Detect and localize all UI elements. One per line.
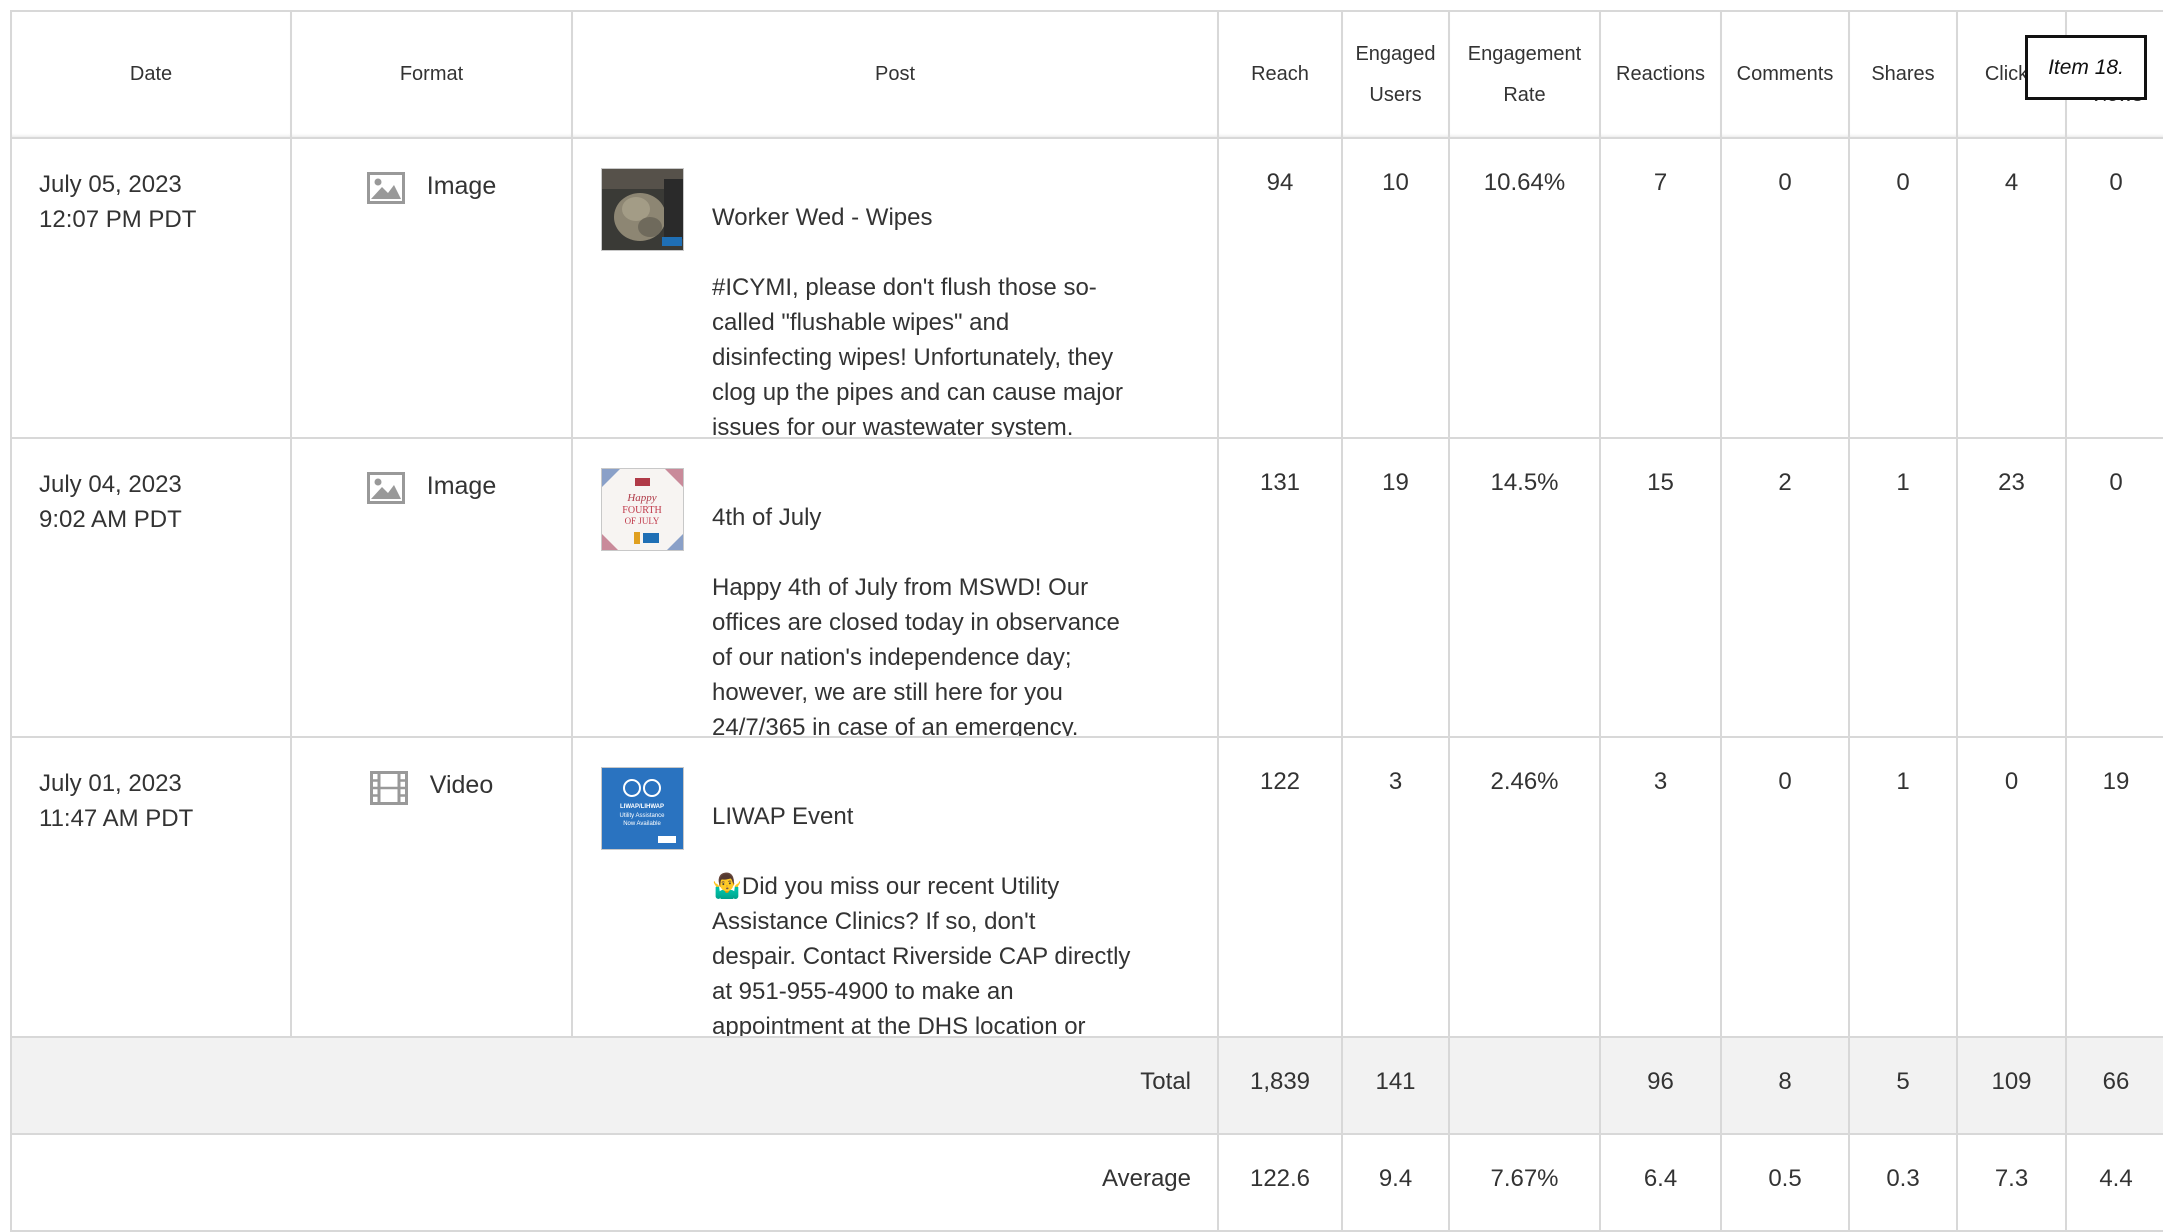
posts-table: Date Format Post Reach Engaged Users Eng… [10, 10, 2163, 1232]
header-post[interactable]: Post [573, 12, 1219, 139]
thumb-line: Now Available [623, 821, 661, 827]
fourth-of-july-thumbnail[interactable]: Happy FOURTH OF JULY [601, 468, 684, 551]
average-engagement-rate: 7.67% [1450, 1135, 1601, 1232]
comments-value: 2 [1722, 439, 1850, 738]
thumb-line: Utility Assistance [619, 813, 665, 819]
clicks-value: 0 [1958, 738, 2067, 1038]
format-label: Image [426, 472, 497, 500]
thumb-line: LIWAP/LIHWAP [620, 804, 664, 810]
average-clicks: 7.3 [1958, 1135, 2067, 1232]
clicks-value: 4 [1958, 139, 2067, 439]
thumb-line: OF JULY [625, 516, 660, 526]
total-shares: 5 [1850, 1038, 1958, 1135]
total-reactions: 96 [1601, 1038, 1722, 1135]
average-video-views: 4.4 [2067, 1135, 2163, 1232]
total-reach: 1,839 [1219, 1038, 1343, 1135]
post-body: #ICYMI, please don't flush those so- cal… [712, 274, 1123, 439]
video-views-value: 19 [2067, 738, 2163, 1038]
engaged-users-value: 3 [1343, 738, 1450, 1038]
engagement-rate-value: 10.64% [1450, 139, 1601, 439]
thumb-line: Happy [626, 492, 656, 504]
engagement-rate-value: 14.5% [1450, 439, 1601, 738]
format-cell: Video [292, 738, 573, 1038]
post-time: 9:02 AM PDT [39, 506, 182, 533]
reactions-value: 15 [1601, 439, 1722, 738]
shares-value: 1 [1850, 738, 1958, 1038]
header-engaged-users[interactable]: Engaged Users [1343, 12, 1450, 139]
liwap-thumbnail[interactable]: LIWAP/LIHWAP Utility Assistance Now Avai… [601, 767, 684, 850]
comments-value: 0 [1722, 738, 1850, 1038]
header-date[interactable]: Date [12, 12, 292, 139]
clicks-value: 23 [1958, 439, 2067, 738]
video-views-value: 0 [2067, 139, 2163, 439]
post-title[interactable]: Worker Wed - Wipes [712, 200, 1152, 235]
average-label: Average [12, 1135, 1219, 1232]
total-label: Total [12, 1038, 1219, 1135]
total-engagement-rate [1450, 1038, 1601, 1135]
reach-value: 131 [1219, 439, 1343, 738]
comments-value: 0 [1722, 139, 1850, 439]
post-title[interactable]: 4th of July [712, 500, 1152, 535]
date-cell: July 04, 2023 9:02 AM PDT [12, 439, 292, 738]
post-body: 🤷‍♂️Did you miss our recent Utility Assi… [712, 873, 1131, 1038]
header-reach[interactable]: Reach [1219, 12, 1343, 139]
header-engagement-rate[interactable]: Engagement Rate [1450, 12, 1601, 139]
average-shares: 0.3 [1850, 1135, 1958, 1232]
thumb-line: FOURTH [622, 505, 661, 516]
film-icon [369, 771, 408, 805]
post-time: 11:47 AM PDT [39, 805, 194, 832]
post-date: July 05, 2023 [39, 171, 182, 198]
post-body: Happy 4th of July from MSWD! Our offices… [712, 574, 1120, 738]
total-engaged-users: 141 [1343, 1038, 1450, 1135]
post-cell: Happy FOURTH OF JULY 4th of July Happy 4… [573, 439, 1219, 738]
header-format[interactable]: Format [292, 12, 573, 139]
engaged-users-value: 19 [1343, 439, 1450, 738]
average-comments: 0.5 [1722, 1135, 1850, 1232]
reactions-value: 3 [1601, 738, 1722, 1038]
format-label: Image [426, 172, 497, 200]
engaged-users-value: 10 [1343, 139, 1450, 439]
image-icon [366, 472, 405, 504]
image-icon [366, 172, 405, 204]
header-shares[interactable]: Shares [1850, 12, 1958, 139]
worker-photo-thumbnail[interactable] [601, 168, 684, 251]
reach-value: 122 [1219, 738, 1343, 1038]
date-cell: July 05, 2023 12:07 PM PDT [12, 139, 292, 439]
total-video-views: 66 [2067, 1038, 2163, 1135]
total-comments: 8 [1722, 1038, 1850, 1135]
post-date: July 04, 2023 [39, 471, 182, 498]
post-time: 12:07 PM PDT [39, 206, 197, 233]
average-reactions: 6.4 [1601, 1135, 1722, 1232]
total-clicks: 109 [1958, 1038, 2067, 1135]
date-cell: July 01, 2023 11:47 AM PDT [12, 738, 292, 1038]
format-label: Video [429, 771, 494, 799]
reach-value: 94 [1219, 139, 1343, 439]
item-tooltip: Item 18. [2025, 35, 2147, 100]
header-comments[interactable]: Comments [1722, 12, 1850, 139]
reactions-value: 7 [1601, 139, 1722, 439]
format-cell: Image [292, 439, 573, 738]
post-cell: Worker Wed - Wipes #ICYMI, please don't … [573, 139, 1219, 439]
engagement-rate-value: 2.46% [1450, 738, 1601, 1038]
video-views-value: 0 [2067, 439, 2163, 738]
post-date: July 01, 2023 [39, 770, 182, 797]
format-cell: Image [292, 139, 573, 439]
shares-value: 0 [1850, 139, 1958, 439]
average-reach: 122.6 [1219, 1135, 1343, 1232]
shares-value: 1 [1850, 439, 1958, 738]
header-reactions[interactable]: Reactions [1601, 12, 1722, 139]
post-cell: LIWAP/LIHWAP Utility Assistance Now Avai… [573, 738, 1219, 1038]
average-engaged-users: 9.4 [1343, 1135, 1450, 1232]
post-title[interactable]: LIWAP Event [712, 799, 1152, 834]
